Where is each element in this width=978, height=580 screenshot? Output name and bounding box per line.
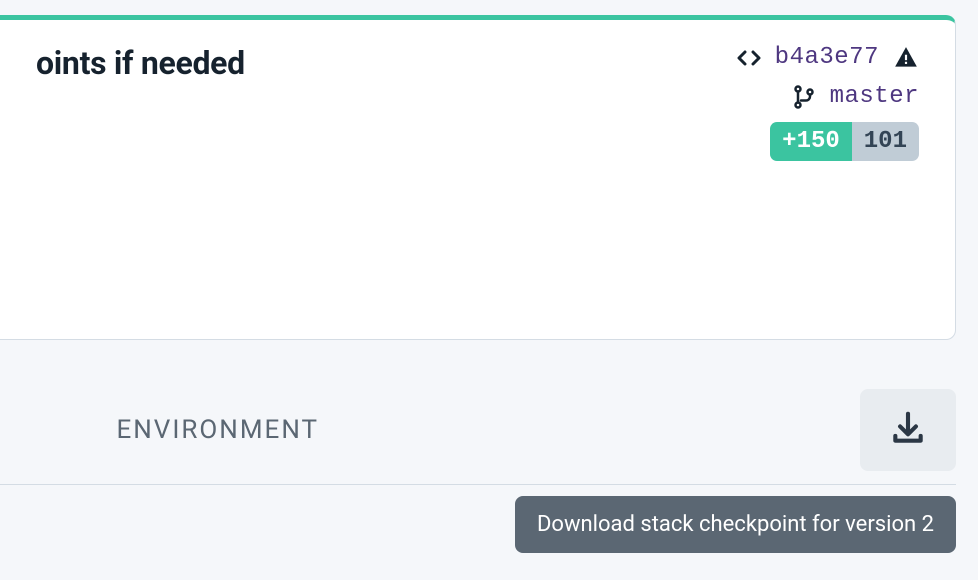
- commit-hash: b4a3e77: [775, 44, 879, 71]
- branch-row[interactable]: master: [792, 83, 919, 110]
- download-tooltip: Download stack checkpoint for version 2: [515, 496, 956, 553]
- download-button[interactable]: [860, 389, 956, 471]
- commit-card: oints if needed b4a3e77 master +150 101: [0, 15, 956, 340]
- card-header: oints if needed b4a3e77 master +150 101: [36, 44, 919, 161]
- commit-title: oints if needed: [36, 44, 245, 82]
- diff-badge: +150 101: [770, 122, 919, 161]
- code-icon: [737, 46, 761, 70]
- column-header-environment: ENVIRONMENT: [116, 415, 319, 445]
- commit-hash-row[interactable]: b4a3e77: [737, 44, 919, 71]
- download-icon: [889, 409, 927, 451]
- diff-added: +150: [770, 122, 852, 161]
- branch-name: master: [830, 83, 919, 110]
- commit-meta: b4a3e77 master +150 101: [737, 44, 919, 161]
- warning-icon: [893, 45, 919, 71]
- diff-removed: 101: [852, 122, 919, 161]
- table-header-row: ON ENVIRONMENT: [0, 375, 956, 485]
- branch-icon: [792, 85, 816, 109]
